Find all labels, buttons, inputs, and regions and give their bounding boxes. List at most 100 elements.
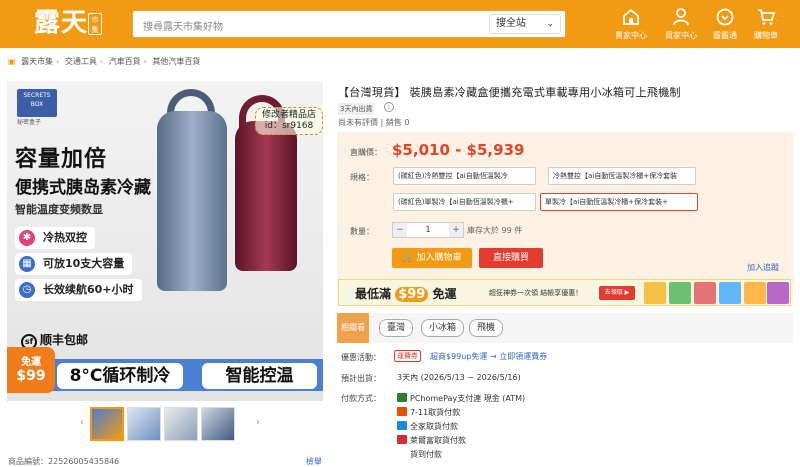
related-tags-label: 相關看 xyxy=(337,313,369,343)
delivery-tag: 3天內出貨 xyxy=(338,103,375,115)
quantity-stepper[interactable]: − 1 + xyxy=(392,222,464,238)
thumbnail[interactable] xyxy=(90,407,124,441)
price-value: $5,010 - $5,939 xyxy=(392,141,525,159)
thumbnail[interactable] xyxy=(201,407,235,441)
spec-option[interactable]: (碳紅色)單製冷【ai自動恆溫製冷櫃+ xyxy=(393,193,536,211)
search-scope-label: 搜全站 xyxy=(496,18,526,29)
breadcrumb-item[interactable]: 交通工具 xyxy=(65,57,97,66)
bottle-red xyxy=(235,121,297,271)
add-to-cart-button[interactable]: 🛒 加入購物車 xyxy=(392,248,472,268)
item-id: 商品編號：22526005435846 xyxy=(8,457,120,466)
banner-product-image xyxy=(694,282,716,304)
cod-icon xyxy=(397,449,407,458)
brand-subtitle: 秘密盒子 xyxy=(17,119,42,126)
logo-badge: 市集 xyxy=(88,13,102,35)
payment-method: 全家取貨付款 xyxy=(397,421,458,432)
thumb-next-arrow[interactable]: › xyxy=(256,417,260,428)
chevron-down-icon: ⌄ xyxy=(546,19,554,29)
home-icon: ▣ xyxy=(8,57,16,66)
pchomepay-icon xyxy=(397,393,407,402)
promo-label: 優惠活動： xyxy=(341,353,381,362)
spec-label: 規格： xyxy=(350,173,374,182)
thumb-prev-arrow[interactable]: ‹ xyxy=(80,417,84,428)
qty-label: 數量： xyxy=(350,227,374,236)
related-tags: 相關看 臺灣 小冰箱 飛機 xyxy=(337,313,793,343)
brand-logo: SECRETS BOX xyxy=(17,89,57,117)
qty-decrease-button[interactable]: − xyxy=(393,223,407,237)
hero-subheadline: 便携式胰岛素冷藏 xyxy=(15,178,151,198)
free-shipping-badge: 免運 $99 xyxy=(7,347,55,393)
thumbnail[interactable] xyxy=(164,407,198,441)
rating-row: 尚未有評價 | 銷售 0 xyxy=(338,118,410,127)
bottle-blue xyxy=(157,111,227,291)
snowflake-icon: ✱ xyxy=(19,230,35,246)
banner-product-image xyxy=(719,282,741,304)
payment-method: 7-11取貨付款 xyxy=(397,407,460,418)
follow-link[interactable]: 加入追蹤 xyxy=(747,262,779,273)
thumbnail[interactable] xyxy=(127,407,161,441)
clock-icon: ◷ xyxy=(19,282,35,298)
seven-eleven-icon xyxy=(397,407,407,416)
payment-method: PChomePay支付連 現金 (ATM) xyxy=(397,393,525,404)
coin-icon xyxy=(716,8,734,26)
banner-product-image xyxy=(644,282,666,304)
breadcrumb-item[interactable]: 汽車百貨 xyxy=(109,57,141,66)
search-input[interactable]: 搜尋露天市集好物 xyxy=(143,18,223,33)
hero-claim-cooling: 8°C循环制冷 xyxy=(57,363,183,389)
hero-tagline: 智能温度变频数显 xyxy=(15,203,103,216)
breadcrumb: ▣ 露天市集 › 交通工具 › 汽車百貨 › 其他汽車百貨 xyxy=(8,57,201,66)
ship-estimate: 3天內 (2026/5/13 ~ 2026/5/16) xyxy=(397,373,521,382)
promo-banner[interactable]: 最低滿 $99 免運 超狂神券一次領 結帳享優惠！ 去領取 ▶ xyxy=(338,279,791,306)
feature-item: ✱ 冷热双控 xyxy=(15,227,95,249)
banner-product-image xyxy=(744,282,766,304)
payment-label: 付款方式： xyxy=(341,394,381,403)
product-title: 【台灣現貨】 裝胰島素冷藏盒便攜充電式車載專用小冰箱可上飛機制 xyxy=(338,86,681,99)
nav-buyer-center[interactable]: 買家中心 xyxy=(656,7,706,41)
info-icon[interactable]: i xyxy=(384,102,394,112)
search-scope-select[interactable]: 搜全站 ⌄ xyxy=(489,14,561,34)
shipping-coupon-tag: 運費券 xyxy=(394,350,421,362)
top-header: 露天 市集 搜尋露天市集好物 搜全站 ⌄ 賣家中心 買家中心 露露通 購物車 xyxy=(0,0,800,48)
tag-chip[interactable]: 臺灣 xyxy=(379,319,414,337)
search-bar[interactable]: 搜尋露天市集好物 搜全站 ⌄ xyxy=(132,10,566,38)
buy-now-button[interactable]: 直接購買 xyxy=(479,248,543,268)
stock-info: 庫存大於 99 件 xyxy=(467,226,523,235)
tag-chip[interactable]: 飛機 xyxy=(469,319,504,337)
breadcrumb-item[interactable]: 其他汽車百貨 xyxy=(152,57,200,66)
nav-seller-center[interactable]: 賣家中心 xyxy=(606,7,656,41)
payment-method: 貨到付款 xyxy=(397,449,442,460)
shipping-coupon-link[interactable]: 超商$99up免運 → 立即領運費券 xyxy=(430,351,547,362)
ship-label: 預計出貨： xyxy=(341,374,381,383)
spec-option-selected[interactable]: 單製冷【ai自動恆溫製冷櫃+保冷套裝+ xyxy=(540,193,698,211)
breadcrumb-item[interactable]: 露天市集 xyxy=(21,57,53,66)
product-main-image[interactable]: SECRETS BOX 秘密盒子 修改者精品店 id：sr9168 容量加倍 便… xyxy=(7,81,323,401)
feature-item: ◷ 长效续航60+小时 xyxy=(15,279,142,301)
payment-method: 萊爾富取貨付款 xyxy=(397,435,466,446)
banner-cta-button[interactable]: 去領取 ▶ xyxy=(599,286,635,300)
store-icon xyxy=(623,8,639,25)
cart-icon: 🛒 xyxy=(402,253,414,263)
qty-increase-button[interactable]: + xyxy=(449,223,463,237)
grid-icon: ▦ xyxy=(19,256,35,272)
hilife-icon xyxy=(397,435,407,444)
report-link[interactable]: 檢舉 xyxy=(306,456,322,467)
banner-product-image xyxy=(767,282,789,304)
banner-product-image xyxy=(669,282,691,304)
familymart-icon xyxy=(397,421,407,430)
spec-option[interactable]: (碳紅色)冷熱雙控【ai自動恆溫製冷 xyxy=(393,167,536,185)
hero-claim-control: 智能控温 xyxy=(202,363,317,389)
tag-chip[interactable]: 小冰箱 xyxy=(421,319,465,337)
feature-item: ▦ 可放10支大容量 xyxy=(15,253,133,275)
banner-subtext: 超狂神券一次領 結帳享優惠！ xyxy=(489,289,583,297)
banner-headline: 最低滿 $99 免運 xyxy=(355,287,457,302)
user-icon xyxy=(673,8,689,26)
site-logo[interactable]: 露天 xyxy=(34,8,88,38)
thumbnail-strip xyxy=(90,407,250,443)
watermark: 修改者精品店 id：sr9168 xyxy=(255,107,323,135)
nav-cart[interactable]: 購物車 xyxy=(741,7,791,41)
hero-headline: 容量加倍 xyxy=(15,147,108,172)
spec-option[interactable]: 冷熱雙控【ai自動恆溫製冷櫃+保冷套裝 xyxy=(548,167,696,185)
price-label: 直購價： xyxy=(350,148,382,157)
cart-icon xyxy=(758,9,776,25)
qty-input[interactable]: 1 xyxy=(407,223,449,237)
